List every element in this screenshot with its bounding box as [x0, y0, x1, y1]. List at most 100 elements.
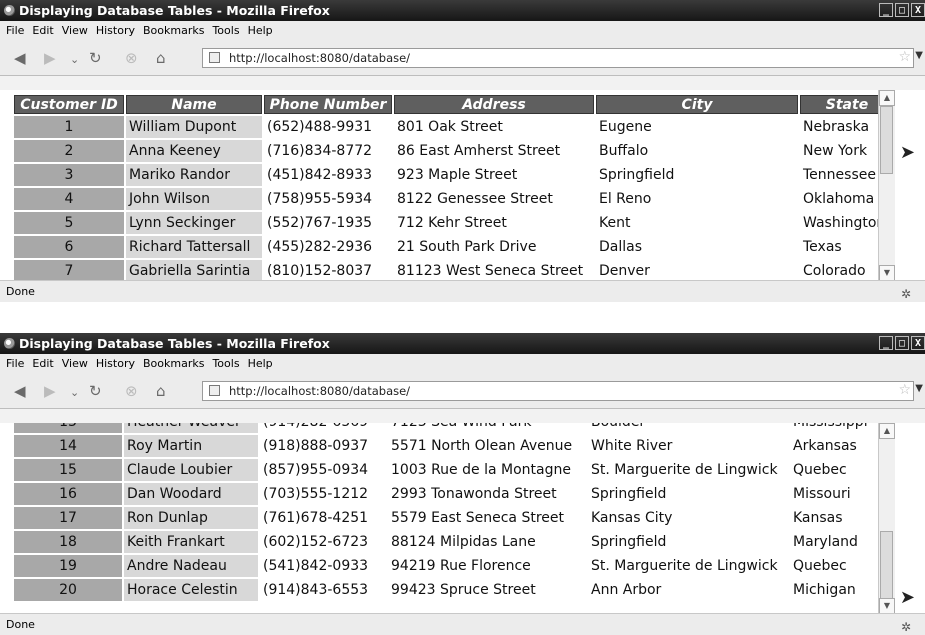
close-button[interactable]: X [911, 3, 925, 17]
cell-address: 7123 Sea Wind Park [388, 423, 586, 433]
back-arrow-icon[interactable]: ◀ [14, 383, 26, 399]
stop-icon[interactable]: ⊗ [125, 383, 138, 399]
home-icon[interactable]: ⌂ [156, 383, 166, 399]
cell-name: Claude Loubier [124, 459, 258, 481]
cell-city: El Reno [596, 188, 798, 210]
cell-name: Dan Woodard [124, 483, 258, 505]
cell-phone: (455)282-2936 [264, 236, 392, 258]
maximize-button[interactable]: □ [895, 3, 909, 17]
url-field[interactable]: http://localhost:8080/database/ [202, 381, 914, 401]
close-button[interactable]: X [911, 336, 925, 350]
scroll-thumb[interactable] [880, 106, 893, 174]
cell-name: Roy Martin [124, 435, 258, 457]
back-arrow-icon[interactable]: ◀ [14, 50, 26, 66]
header-customer-id: Customer ID [14, 95, 124, 114]
cell-state: Quebec [790, 555, 882, 577]
cell-state: Quebec [790, 459, 882, 481]
cell-customer-id: 19 [14, 555, 122, 577]
menu-view[interactable]: View [62, 357, 88, 370]
cell-customer-id: 2 [14, 140, 124, 162]
forward-arrow-icon[interactable]: ▶ [44, 50, 56, 66]
scroll-down-arrow[interactable]: ▼ [879, 265, 895, 281]
status-network-icon: ✲ [900, 620, 911, 634]
cell-city: Buffalo [596, 140, 798, 162]
header-address: Address [394, 95, 594, 114]
cell-address: 1003 Rue de la Montagne [388, 459, 586, 481]
menu-tools[interactable]: Tools [212, 357, 239, 370]
cell-phone: (552)767-1935 [264, 212, 392, 234]
menu-history[interactable]: History [96, 357, 135, 370]
mouse-cursor-icon: ➤ [899, 587, 915, 608]
cell-name: Andre Nadeau [124, 555, 258, 577]
cell-address: 86 East Amherst Street [394, 140, 594, 162]
status-bar: Done ✲ [0, 613, 925, 635]
cell-city: Springfield [588, 531, 788, 553]
vertical-scrollbar[interactable]: ▲ ▼ [878, 423, 895, 614]
scroll-down-arrow[interactable]: ▼ [879, 598, 895, 614]
menu-bookmarks[interactable]: Bookmarks [143, 357, 204, 370]
cell-phone: (914)843-6553 [260, 579, 386, 601]
cell-state: Kansas [790, 507, 882, 529]
cell-customer-id: 4 [14, 188, 124, 210]
url-dropdown-icon[interactable]: ▼ [915, 50, 923, 61]
cell-address: 21 South Park Drive [394, 236, 594, 258]
menu-help[interactable]: Help [248, 357, 273, 370]
menu-edit[interactable]: Edit [32, 24, 53, 37]
menu-edit[interactable]: Edit [32, 357, 53, 370]
cell-name: William Dupont [126, 116, 262, 138]
chevron-down-icon[interactable]: ⌄ [70, 385, 79, 401]
cell-customer-id: 20 [14, 579, 122, 601]
mouse-cursor-icon: ➤ [899, 142, 915, 163]
cell-phone: (451)842-8933 [264, 164, 392, 186]
cell-phone: (716)834-8772 [264, 140, 392, 162]
cell-city: St. Marguerite de Lingwick [588, 459, 788, 481]
stop-icon[interactable]: ⊗ [125, 50, 138, 66]
window-title: Displaying Database Tables - Mozilla Fir… [19, 336, 330, 351]
cell-city: White River [588, 435, 788, 457]
status-network-icon: ✲ [900, 287, 911, 301]
menu-view[interactable]: View [62, 24, 88, 37]
customer-table: Customer ID Name Phone Number Address Ci… [12, 93, 896, 281]
cell-address: 2993 Tonawonda Street [388, 483, 586, 505]
scroll-up-arrow[interactable]: ▲ [879, 90, 895, 106]
cell-city: St. Marguerite de Lingwick [588, 555, 788, 577]
menu-history[interactable]: History [96, 24, 135, 37]
url-field[interactable]: http://localhost:8080/database/ [202, 48, 914, 68]
scroll-thumb[interactable] [880, 531, 893, 599]
cell-address: 5571 North Olean Avenue [388, 435, 586, 457]
home-icon[interactable]: ⌂ [156, 50, 166, 66]
title-bar[interactable]: Displaying Database Tables - Mozilla Fir… [0, 333, 925, 354]
cell-phone: (703)555-1212 [260, 483, 386, 505]
minimize-button[interactable]: _ [879, 336, 893, 350]
maximize-button[interactable]: □ [895, 336, 909, 350]
reload-icon[interactable]: ↻ [89, 50, 102, 66]
title-bar[interactable]: Displaying Database Tables - Mozilla Fir… [0, 0, 925, 21]
menu-bar: File Edit View History Bookmarks Tools Help [0, 354, 925, 374]
url-dropdown-icon[interactable]: ▼ [915, 383, 923, 394]
cell-name: Mariko Randor [126, 164, 262, 186]
menu-file[interactable]: File [6, 357, 24, 370]
menu-file[interactable]: File [6, 24, 24, 37]
forward-arrow-icon[interactable]: ▶ [44, 383, 56, 399]
header-city: City [596, 95, 798, 114]
reload-icon[interactable]: ↻ [89, 383, 102, 399]
vertical-scrollbar[interactable]: ▲ ▼ [878, 90, 895, 281]
cell-address: 81123 West Seneca Street [394, 260, 594, 281]
navigation-toolbar: ◀ ▶ ⌄ ↻ ⊗ ⌂ http://localhost:8080/databa… [0, 374, 925, 409]
menu-bookmarks[interactable]: Bookmarks [143, 24, 204, 37]
star-icon[interactable]: ☆ [898, 49, 911, 65]
cell-name: Anna Keeney [126, 140, 262, 162]
window-title: Displaying Database Tables - Mozilla Fir… [19, 3, 330, 18]
cell-name: John Wilson [126, 188, 262, 210]
menu-help[interactable]: Help [248, 24, 273, 37]
scroll-up-arrow[interactable]: ▲ [879, 423, 895, 439]
table-row: 7 Gabriella Sarintia (810)152-8037 81123 We… [14, 260, 894, 281]
navigation-toolbar: ◀ ▶ ⌄ ↻ ⊗ ⌂ http://localhost:8080/databa… [0, 41, 925, 76]
table-row: 16 Dan Woodard (703)555-1212 2993 Tonawonda… [14, 483, 882, 505]
chevron-down-icon[interactable]: ⌄ [70, 52, 79, 68]
cell-phone: (652)488-9931 [264, 116, 392, 138]
status-bar: Done ✲ [0, 280, 925, 302]
menu-tools[interactable]: Tools [212, 24, 239, 37]
minimize-button[interactable]: _ [879, 3, 893, 17]
star-icon[interactable]: ☆ [898, 382, 911, 398]
